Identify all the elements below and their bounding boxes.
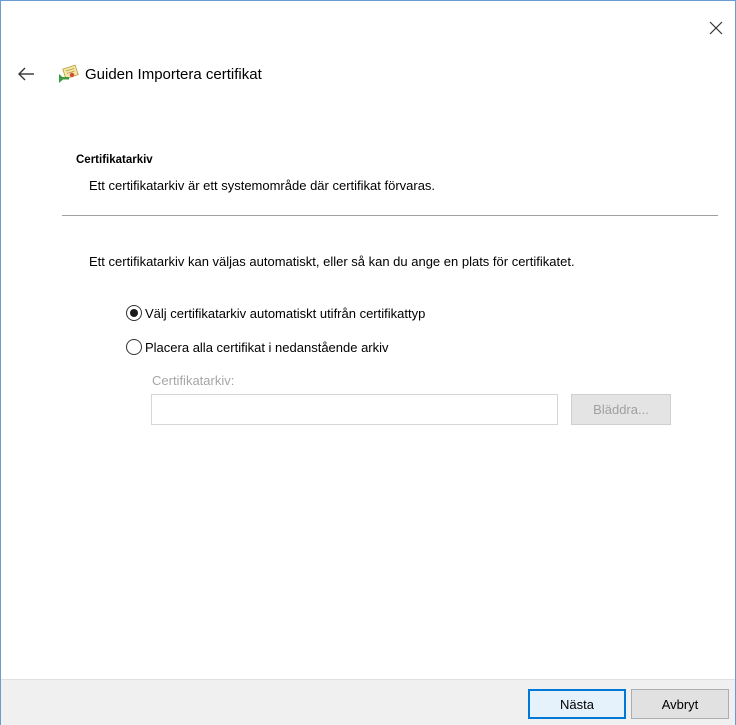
radio-button-selected[interactable] — [126, 305, 142, 321]
certificate-wizard-icon — [59, 64, 79, 83]
radio-button-unselected[interactable] — [126, 339, 142, 355]
radio-auto-select-label: Välj certifikatarkiv automatiskt utifrån… — [145, 305, 426, 321]
wizard-title: Guiden Importera certifikat — [85, 65, 262, 83]
radio-auto-select-store[interactable]: Välj certifikatarkiv automatiskt utifrån… — [126, 305, 425, 321]
wizard-header: Guiden Importera certifikat — [11, 59, 411, 89]
header-divider — [62, 215, 718, 216]
next-button[interactable]: Nästa — [528, 689, 626, 719]
back-arrow-icon — [18, 67, 34, 81]
radio-place-in-store-label: Placera alla certifikat i nedanstående a… — [145, 339, 389, 355]
close-icon — [709, 21, 723, 35]
section-heading: Certifikatarkiv — [76, 154, 153, 166]
certificate-store-field[interactable] — [151, 394, 558, 425]
import-certificate-wizard-window: Guiden Importera certifikat Certifikatar… — [0, 0, 736, 725]
section-description: Ett certifikatarkiv är ett systemområde … — [89, 178, 436, 193]
intro-text: Ett certifikatarkiv kan väljas automatis… — [89, 254, 575, 269]
certificate-store-label: Certifikatarkiv: — [152, 373, 235, 388]
close-button[interactable] — [703, 15, 729, 41]
cancel-button[interactable]: Avbryt — [631, 689, 729, 719]
browse-button[interactable]: Bläddra... — [571, 394, 671, 425]
back-button[interactable] — [11, 59, 41, 89]
radio-place-in-store[interactable]: Placera alla certifikat i nedanstående a… — [126, 339, 389, 355]
